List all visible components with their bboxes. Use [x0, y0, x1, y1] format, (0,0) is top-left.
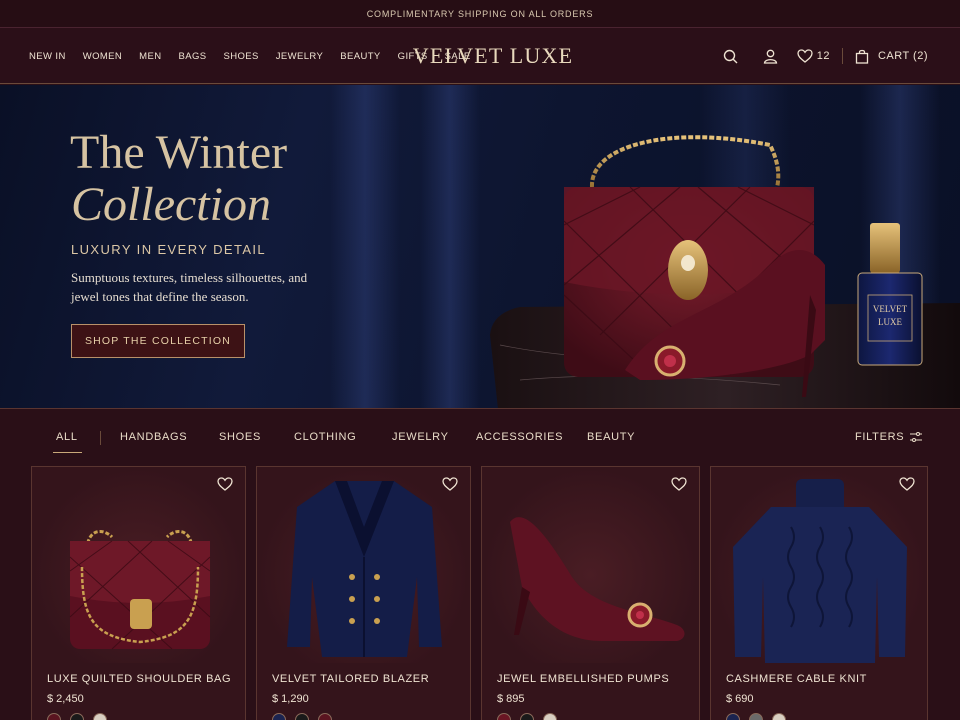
tab-beauty[interactable]: BEAUTY [587, 431, 635, 443]
heart-icon[interactable] [899, 477, 915, 496]
account-icon[interactable] [763, 49, 778, 64]
main-nav: NEW IN WOMEN MEN BAGS SHOES JEWELRY BEAU… [29, 28, 488, 84]
swatch[interactable] [543, 713, 557, 720]
search-icon[interactable] [723, 49, 738, 64]
hero-description: Sumptuous textures, timeless silhouettes… [71, 270, 308, 304]
color-swatches [497, 713, 557, 720]
tab-jewelry[interactable]: JEWELRY [392, 431, 449, 443]
swatch[interactable] [749, 713, 763, 720]
nav-jewelry[interactable]: JEWELRY [276, 51, 324, 62]
heart-icon[interactable] [442, 477, 458, 496]
swatch[interactable] [772, 713, 786, 720]
nav-gifts[interactable]: GIFTS [398, 51, 428, 62]
wishlist-button[interactable]: 12 [797, 49, 830, 63]
product-image[interactable] [482, 467, 699, 663]
announcement-text: COMPLIMENTARY SHIPPING ON ALL ORDERS [366, 8, 594, 19]
hero-product-illustration: VELVET LUXE [490, 135, 960, 408]
header-actions: 12 CART (2) [723, 28, 928, 84]
swatch[interactable] [520, 713, 534, 720]
product-price: $ 2,450 [47, 693, 84, 705]
tab-handbags[interactable]: HANDBAGS [120, 431, 187, 443]
product-card[interactable]: LUXE QUILTED SHOULDER BAG $ 2,450 [31, 466, 246, 720]
product-card[interactable]: JEWEL EMBELLISHED PUMPS $ 895 [481, 466, 700, 720]
hero-banner: VELVET LUXE The Winter Collection LUXURY… [0, 85, 960, 409]
cart-label: CART (2) [877, 50, 928, 62]
product-image[interactable] [711, 467, 927, 663]
handbag-image [69, 529, 211, 650]
cart-button[interactable]: CART (2) [855, 49, 928, 64]
tab-all[interactable]: ALL [56, 431, 78, 443]
product-name[interactable]: CASHMERE CABLE KNIT [726, 673, 867, 685]
swatch[interactable] [272, 713, 286, 720]
nav-women[interactable]: WOMEN [83, 51, 122, 62]
site-header: NEW IN WOMEN MEN BAGS SHOES JEWELRY BEAU… [0, 28, 960, 84]
nav-sale[interactable]: SALE [445, 51, 471, 62]
hero-tagline: LUXURY IN EVERY DETAIL [71, 242, 267, 257]
nav-bags[interactable]: BAGS [178, 51, 206, 62]
blazer-image [287, 481, 442, 657]
product-price: $ 690 [726, 693, 754, 705]
product-name[interactable]: VELVET TAILORED BLAZER [272, 673, 429, 685]
color-swatches [272, 713, 332, 720]
tab-accessories[interactable]: ACCESSORIES [476, 431, 563, 443]
nav-men[interactable]: MEN [139, 51, 161, 62]
wishlist-count: 12 [816, 50, 830, 62]
swatch[interactable] [93, 713, 107, 720]
color-swatches [726, 713, 786, 720]
product-price: $ 1,290 [272, 693, 309, 705]
heart-icon[interactable] [217, 477, 233, 496]
tab-shoes[interactable]: SHOES [219, 431, 261, 443]
product-name[interactable]: JEWEL EMBELLISHED PUMPS [497, 673, 669, 685]
perfume-label-bottom: LUXE [878, 317, 902, 327]
nav-new-in[interactable]: NEW IN [29, 51, 66, 62]
product-price: $ 895 [497, 693, 525, 705]
shop-collection-button[interactable]: SHOP THE COLLECTION [71, 324, 245, 358]
filters-label: FILTERS [855, 431, 905, 443]
heart-icon [797, 49, 813, 63]
hero-title-italic: Collection [71, 178, 271, 231]
nav-shoes[interactable]: SHOES [223, 51, 258, 62]
sliders-icon [910, 432, 923, 442]
perfume-label-top: VELVET [873, 304, 908, 314]
product-image[interactable] [32, 467, 245, 663]
swatch[interactable] [295, 713, 309, 720]
drape-fold [420, 85, 480, 408]
category-filter-bar: ALL HANDBAGS SHOES CLOTHING JEWELRY ACCE… [0, 410, 960, 466]
tab-divider [100, 431, 101, 445]
swatch[interactable] [318, 713, 332, 720]
swatch[interactable] [726, 713, 740, 720]
color-swatches [47, 713, 107, 720]
pumps-image [510, 517, 685, 641]
announcement-bar: COMPLIMENTARY SHIPPING ON ALL ORDERS [0, 0, 960, 28]
heart-icon[interactable] [671, 477, 687, 496]
product-card[interactable]: CASHMERE CABLE KNIT $ 690 [710, 466, 928, 720]
tab-clothing[interactable]: CLOTHING [294, 431, 356, 443]
hero-title: The Winter [70, 126, 288, 179]
drape-fold [330, 85, 400, 408]
bag-icon [855, 49, 869, 64]
product-image[interactable] [257, 467, 470, 663]
product-card[interactable]: VELVET TAILORED BLAZER $ 1,290 [256, 466, 471, 720]
nav-beauty[interactable]: BEAUTY [340, 51, 380, 62]
swatch[interactable] [70, 713, 84, 720]
product-name[interactable]: LUXE QUILTED SHOULDER BAG [47, 673, 231, 685]
sweater-image [733, 479, 907, 663]
header-divider [841, 48, 843, 64]
swatch[interactable] [497, 713, 511, 720]
filters-button[interactable]: FILTERS [855, 431, 923, 443]
swatch[interactable] [47, 713, 61, 720]
active-tab-underline [53, 452, 82, 453]
